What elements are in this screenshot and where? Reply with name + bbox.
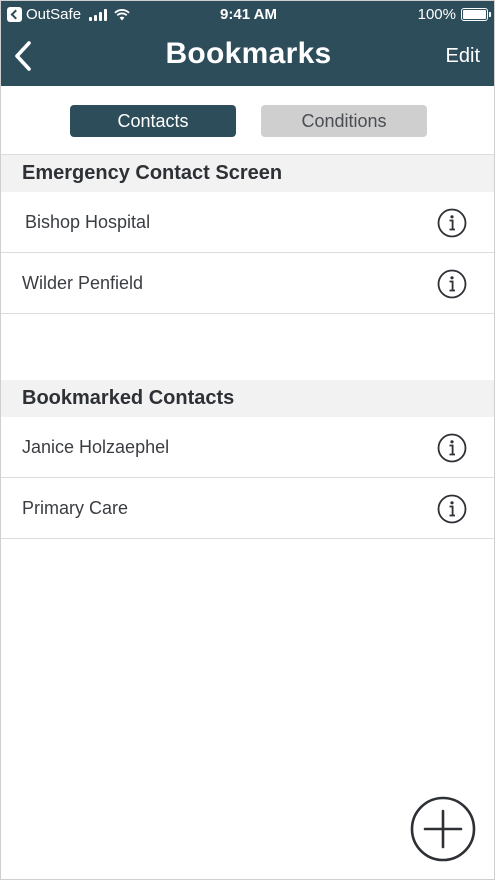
header: OutSafe 9:41 AM 100% Bookmarks Edit xyxy=(1,1,494,86)
section-header-bookmarked: Bookmarked Contacts xyxy=(1,380,494,417)
tab-conditions[interactable]: Conditions xyxy=(261,105,427,137)
info-icon[interactable] xyxy=(437,269,467,299)
list-item-janice-holzaephel[interactable]: Janice Holzaephel xyxy=(1,417,494,478)
list-item-label: Primary Care xyxy=(22,498,129,518)
info-icon[interactable] xyxy=(437,208,467,238)
list-item-wilder-penfield[interactable]: Wilder Penfield xyxy=(1,253,494,314)
edit-button[interactable]: Edit xyxy=(446,45,480,68)
info-icon[interactable] xyxy=(437,494,467,524)
nav-bar: Bookmarks Edit xyxy=(1,29,494,86)
status-bar: OutSafe 9:41 AM 100% xyxy=(1,1,494,29)
section-header-emergency: Emergency Contact Screen xyxy=(1,155,494,192)
list-item-label: Bishop Hospital xyxy=(25,212,151,232)
list-item-bishop-hospital[interactable]: Bishop Hospital xyxy=(1,192,494,253)
bookmarks-screen: OutSafe 9:41 AM 100% Bookmarks Edit Cont… xyxy=(0,0,495,880)
add-contact-button[interactable] xyxy=(410,796,476,862)
list-item-label: Janice Holzaephel xyxy=(22,437,170,457)
battery-percent: 100% xyxy=(417,6,456,23)
list-item-label: Wilder Penfield xyxy=(22,273,144,293)
tab-contacts[interactable]: Contacts xyxy=(70,105,236,137)
list-item-primary-care[interactable]: Primary Care xyxy=(1,478,494,539)
battery-icon xyxy=(461,8,491,21)
info-icon[interactable] xyxy=(437,433,467,463)
segmented-control: Contacts Conditions xyxy=(1,86,494,155)
plus-circle-icon xyxy=(410,796,476,862)
status-right: 100% xyxy=(417,6,491,23)
page-title: Bookmarks xyxy=(165,37,332,70)
